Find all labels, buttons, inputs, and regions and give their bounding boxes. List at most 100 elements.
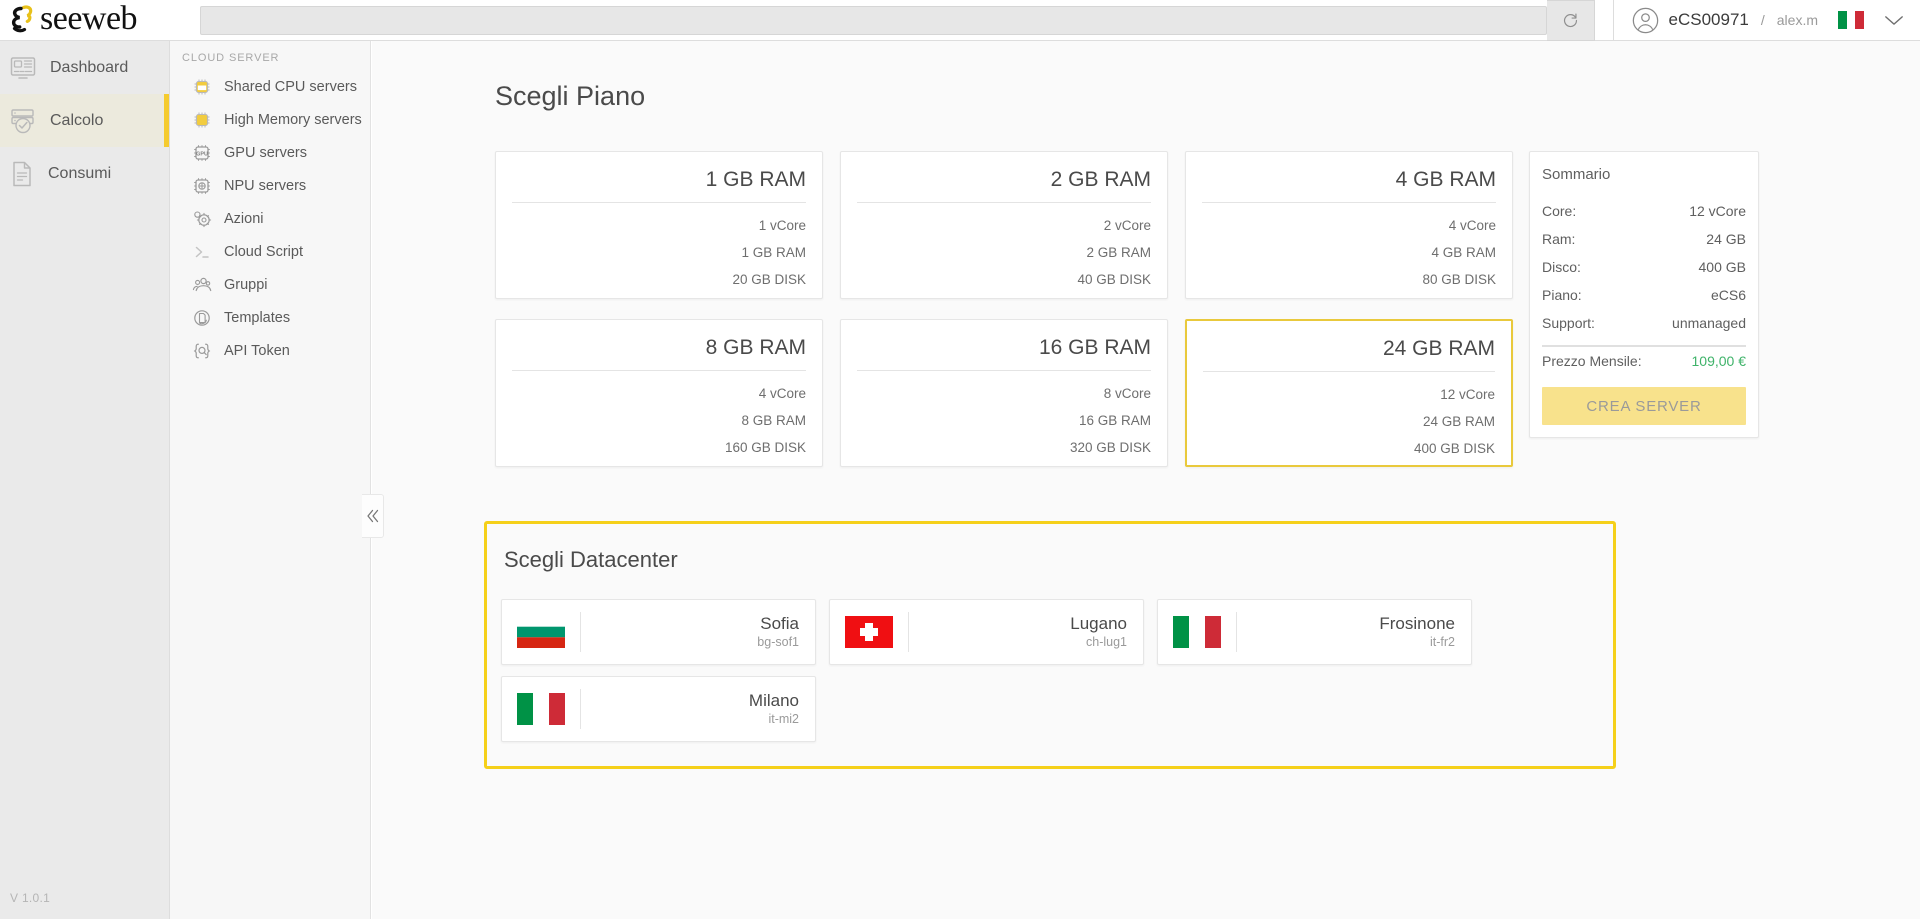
- summary-panel: Sommario Core: 12 vCore Ram: 24 GB Disco…: [1529, 151, 1759, 438]
- summary-label: Piano:: [1542, 287, 1582, 303]
- summary-label: Support:: [1542, 315, 1595, 331]
- gpu-chip-icon: GPU: [194, 144, 210, 161]
- datacenter-card-milano[interactable]: Milano it-mi2: [501, 676, 816, 742]
- plan-card-8gb[interactable]: 8 GB RAM 4 vCore 8 GB RAM 160 GB DISK: [495, 319, 823, 467]
- npu-chip-icon: [194, 177, 210, 194]
- chevron-down-icon[interactable]: [1884, 14, 1904, 27]
- summary-price-value: 109,00 €: [1691, 353, 1747, 369]
- plan-ram: 16 GB RAM: [1078, 413, 1151, 428]
- datacenter-card-sofia[interactable]: Sofia bg-sof1: [501, 599, 816, 665]
- plan-divider: [1202, 202, 1496, 203]
- datacenter-card-frosinone[interactable]: Frosinone it-fr2: [1157, 599, 1472, 665]
- datacenter-title: Scegli Datacenter: [504, 547, 678, 572]
- summary-value: 24 GB: [1706, 231, 1746, 247]
- account-menu[interactable]: eCS00971 / alex.m: [1614, 0, 1920, 41]
- app-version: V 1.0.1: [10, 891, 51, 905]
- summary-row-piano: Piano: eCS6: [1542, 281, 1746, 309]
- sidebar-item-label: Cloud Script: [224, 243, 303, 260]
- sidebar-item-label: Azioni: [224, 210, 264, 227]
- summary-value: eCS6: [1710, 287, 1746, 303]
- summary-price-label: Prezzo Mensile:: [1542, 353, 1642, 369]
- summary-label: Ram:: [1542, 231, 1576, 247]
- summary-title: Sommario: [1542, 166, 1611, 183]
- sidebar-collapse-button[interactable]: [362, 494, 384, 538]
- sidebar-item-label: NPU servers: [224, 177, 307, 194]
- sidebar-item-shared-cpu-servers[interactable]: Shared CPU servers: [170, 70, 370, 103]
- sidebar-item-api-token[interactable]: API Token: [170, 334, 370, 367]
- sidebar-item-consumi[interactable]: Consumi: [0, 147, 169, 200]
- plan-card-2gb[interactable]: 2 GB RAM 2 vCore 2 GB RAM 40 GB DISK: [840, 151, 1168, 299]
- datacenter-code: it-fr2: [1430, 635, 1455, 649]
- sidebar-item-gpu-servers[interactable]: GPU GPU servers: [170, 136, 370, 169]
- plan-card-24gb[interactable]: 24 GB RAM 12 vCore 24 GB RAM 400 GB DISK: [1185, 319, 1513, 467]
- summary-row-support: Support: unmanaged: [1542, 309, 1746, 337]
- main-content: Scegli Piano 1 GB RAM 1 vCore 1 GB RAM 2…: [372, 41, 1920, 919]
- search-input[interactable]: [200, 5, 1547, 35]
- sidebar-item-npu-servers[interactable]: NPU servers: [170, 169, 370, 202]
- datacenter-city: Frosinone: [1379, 614, 1455, 633]
- flag-switzerland-icon: [830, 616, 908, 648]
- datacenter-card-text: Lugano ch-lug1: [909, 613, 1143, 651]
- sidebar-item-calcolo[interactable]: Calcolo: [0, 94, 169, 147]
- plan-cores: 8 vCore: [1103, 386, 1151, 401]
- datacenter-grid: Sofia bg-sof1 Lugano ch-lug1 Frosinone i…: [501, 599, 1599, 742]
- sidebar-item-label: Templates: [224, 309, 291, 326]
- plan-cores: 4 vCore: [758, 386, 806, 401]
- sidebar-item-label: High Memory servers: [224, 111, 362, 128]
- sidebar-item-cloud-script[interactable]: Cloud Script: [170, 235, 370, 268]
- datacenter-card-text: Frosinone it-fr2: [1237, 613, 1471, 651]
- user-avatar-icon: [1632, 7, 1658, 33]
- plan-disk: 320 GB DISK: [1069, 440, 1151, 455]
- gear-actions-icon: [194, 210, 212, 227]
- plan-name: 1 GB RAM: [705, 168, 806, 191]
- plan-ram: 2 GB RAM: [1086, 245, 1151, 260]
- api-token-icon: [193, 343, 211, 358]
- datacenter-section: Scegli Datacenter Sofia bg-sof1 Lugano c…: [484, 521, 1616, 769]
- brand-logo-text: seeweb: [40, 0, 138, 37]
- plan-ram: 8 GB RAM: [741, 413, 806, 428]
- sidebar-item-high-memory-servers[interactable]: High Memory servers: [170, 103, 370, 136]
- datacenter-code: ch-lug1: [1086, 635, 1127, 649]
- refresh-button[interactable]: [1546, 0, 1595, 41]
- document-lines-icon: [13, 161, 31, 186]
- secondary-sidebar: CLOUD SERVER Shared CPU servers High Mem…: [170, 41, 371, 919]
- sidebar-item-azioni[interactable]: Azioni: [170, 202, 370, 235]
- summary-row-core: Core: 12 vCore: [1542, 197, 1746, 225]
- sidebar-item-label: Consumi: [48, 164, 112, 182]
- flag-italy-icon: [502, 693, 580, 725]
- sidebar-item-label: Gruppi: [224, 276, 268, 293]
- app-header: seeweb eCS00971 / alex.m: [0, 0, 1920, 41]
- sidebar-item-templates[interactable]: Templates: [170, 301, 370, 334]
- brand-logo[interactable]: seeweb: [0, 0, 170, 41]
- datacenter-card-lugano[interactable]: Lugano ch-lug1: [829, 599, 1144, 665]
- terminal-prompt-icon: [195, 246, 209, 258]
- datacenter-code: bg-sof1: [757, 635, 799, 649]
- plan-disk: 160 GB DISK: [724, 440, 806, 455]
- create-server-button[interactable]: CREA SERVER: [1542, 387, 1746, 425]
- plan-name: 2 GB RAM: [1050, 168, 1151, 191]
- plan-cores: 12 vCore: [1440, 387, 1495, 402]
- sidebar-item-label: GPU servers: [224, 144, 307, 161]
- flag-italy-icon: [1158, 616, 1236, 648]
- datacenter-city: Milano: [748, 691, 799, 710]
- account-id: eCS00971: [1668, 10, 1749, 29]
- plan-ram: 1 GB RAM: [741, 245, 806, 260]
- summary-row-disco: Disco: 400 GB: [1542, 253, 1746, 281]
- locale-flag-italy-icon[interactable]: [1838, 11, 1864, 29]
- sidebar-item-label: Shared CPU servers: [224, 78, 357, 95]
- plan-card-4gb[interactable]: 4 GB RAM 4 vCore 4 GB RAM 80 GB DISK: [1185, 151, 1513, 299]
- sidebar-item-gruppi[interactable]: Gruppi: [170, 268, 370, 301]
- plan-disk: 400 GB DISK: [1413, 441, 1495, 456]
- sidebar-item-label: Dashboard: [50, 58, 129, 76]
- summary-value: unmanaged: [1672, 315, 1746, 331]
- plan-card-1gb[interactable]: 1 GB RAM 1 vCore 1 GB RAM 20 GB DISK: [495, 151, 823, 299]
- server-check-icon: [11, 108, 34, 133]
- plan-cores: 4 vCore: [1448, 218, 1496, 233]
- plans-area: 1 GB RAM 1 vCore 1 GB RAM 20 GB DISK 2 G…: [495, 151, 1759, 487]
- plan-ram: 4 GB RAM: [1431, 245, 1496, 260]
- summary-row-ram: Ram: 24 GB: [1542, 225, 1746, 253]
- datacenter-city: Lugano: [1070, 614, 1127, 633]
- plan-card-16gb[interactable]: 16 GB RAM 8 vCore 16 GB RAM 320 GB DISK: [840, 319, 1168, 467]
- svg-text:GPU: GPU: [196, 151, 208, 157]
- sidebar-item-dashboard[interactable]: Dashboard: [0, 41, 169, 94]
